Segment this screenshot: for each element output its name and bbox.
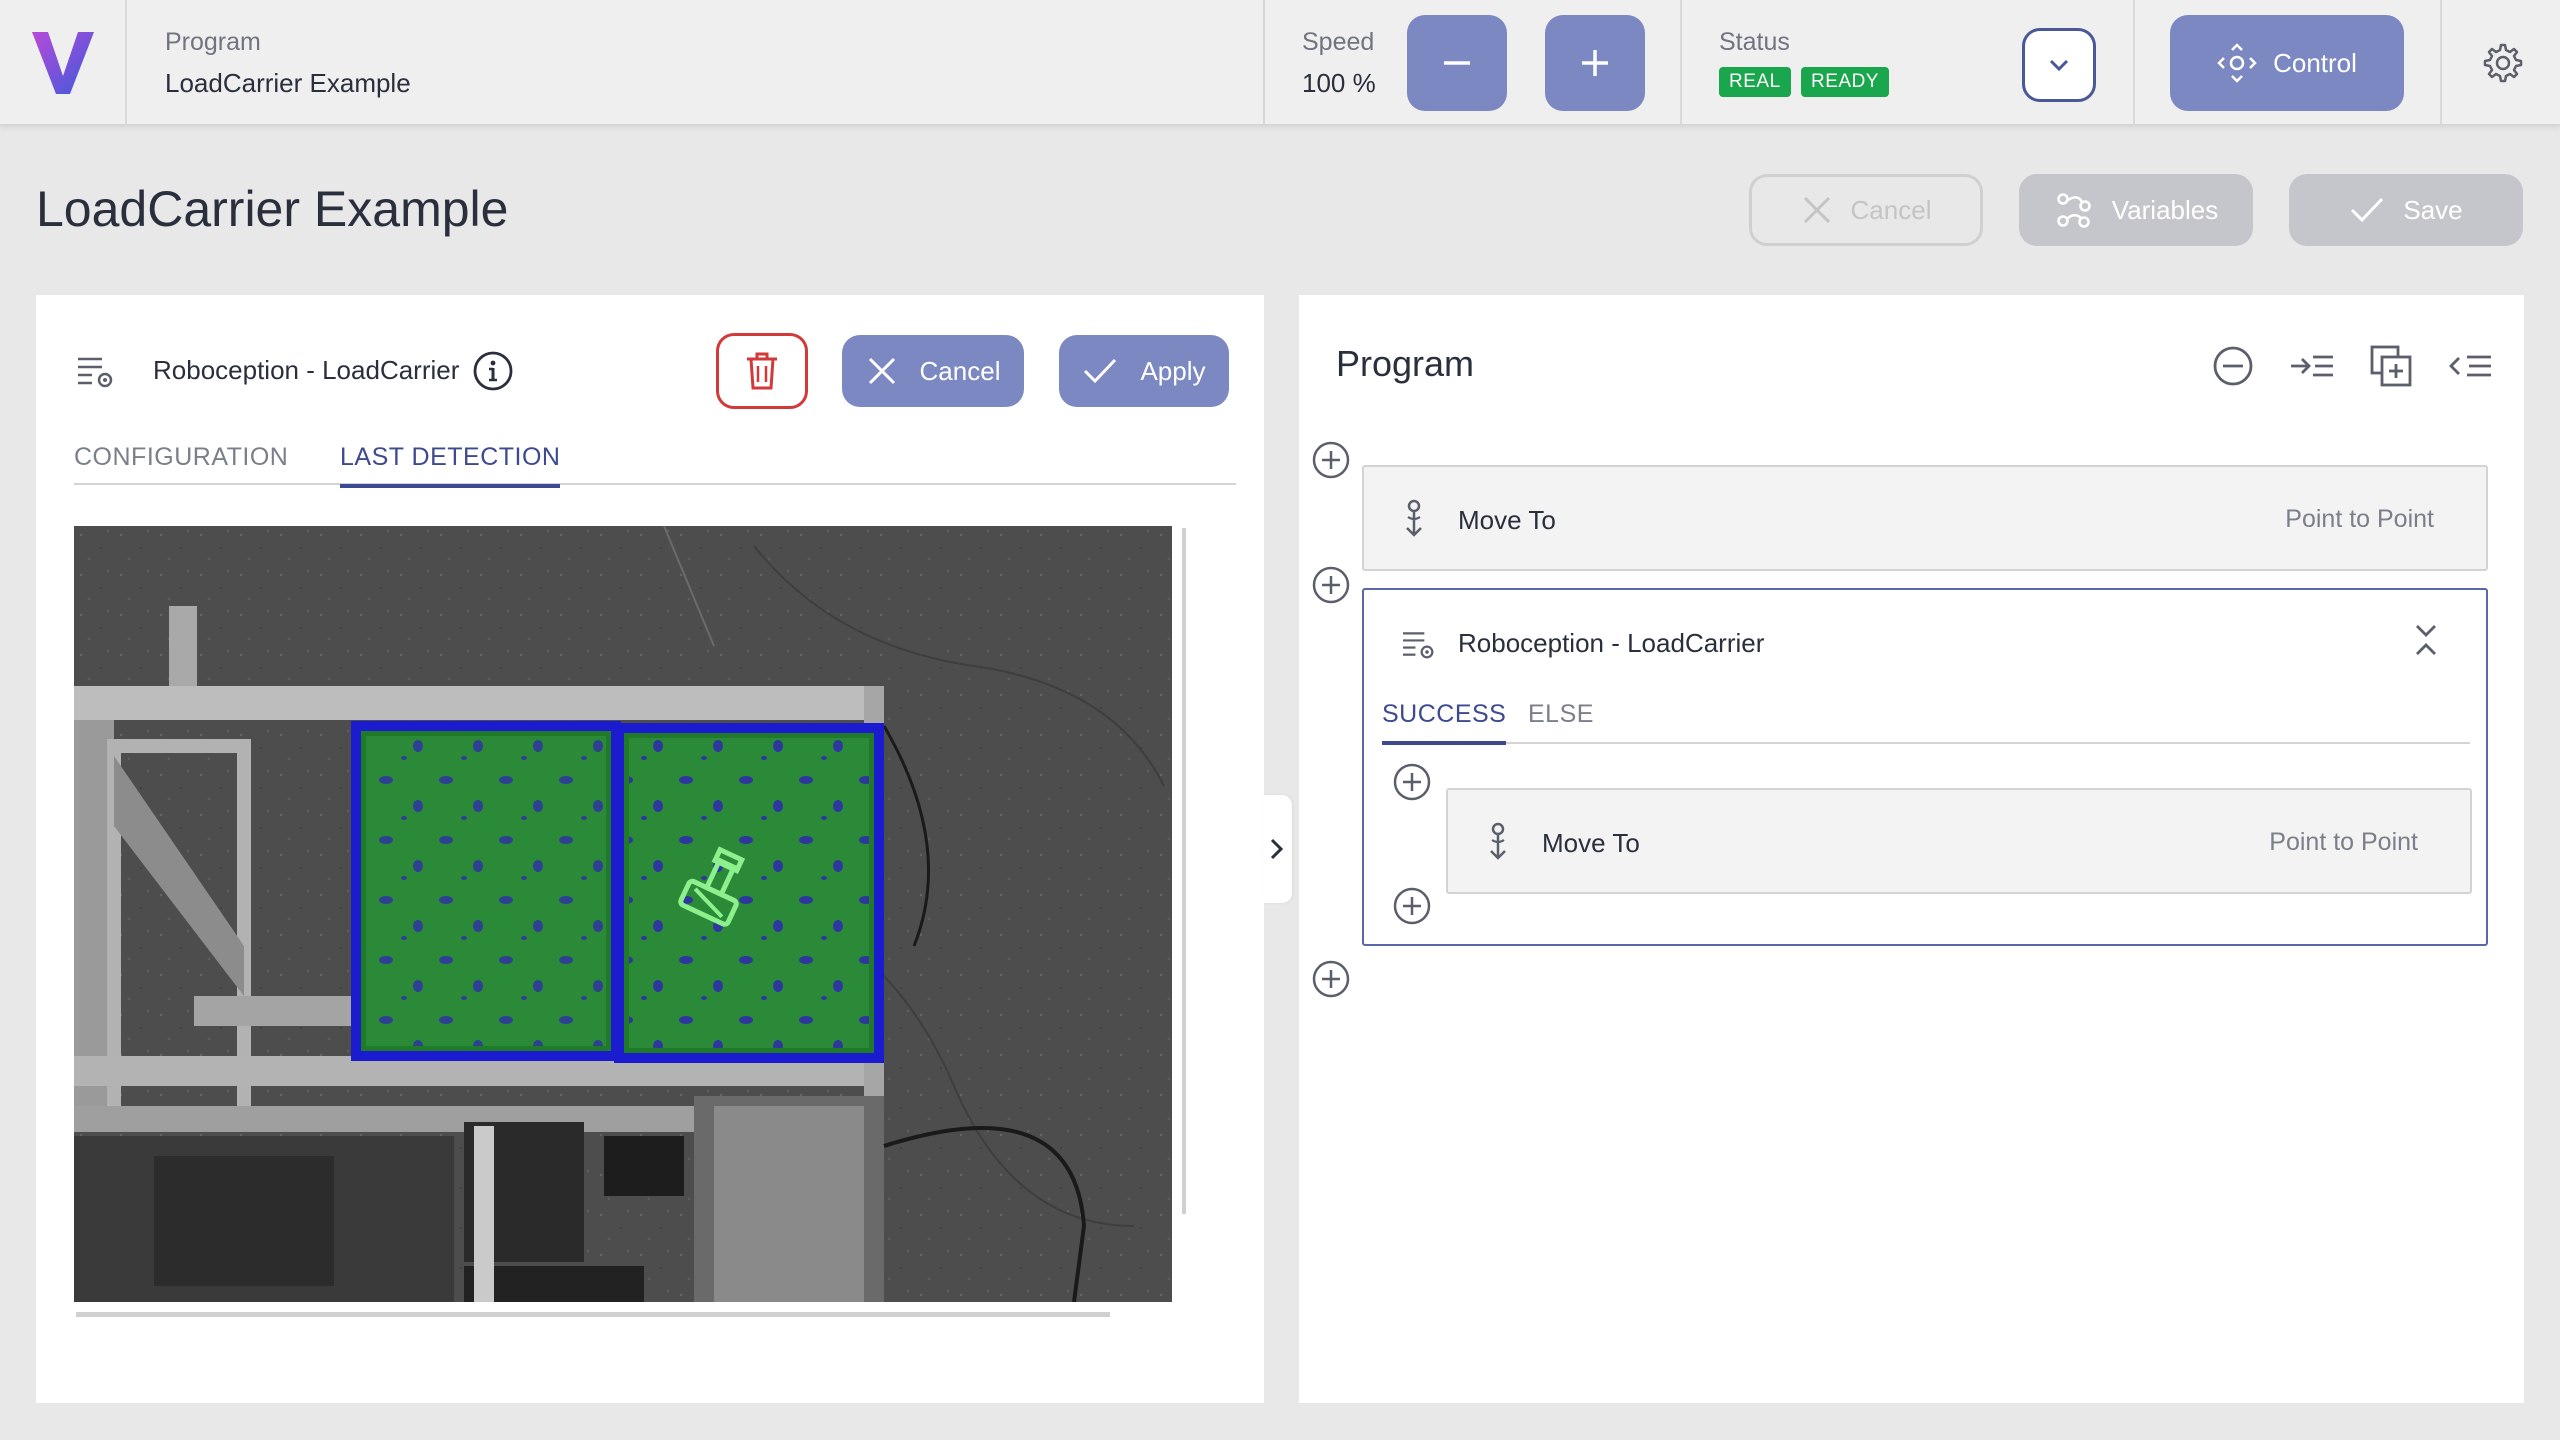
page-title: LoadCarrier Example (36, 181, 509, 237)
detection-image (74, 526, 1172, 1302)
top-bar: Program LoadCarrier Example Speed 100 % … (0, 0, 2560, 126)
plus-icon (1582, 50, 1608, 76)
status-badge-real: REAL (1719, 67, 1791, 97)
program-cancel-button[interactable]: Cancel (1749, 174, 1983, 246)
step-label: Move To (1542, 828, 1640, 858)
indent-icon[interactable] (2289, 343, 2335, 389)
tab-configuration[interactable]: CONFIGURATION (74, 443, 288, 484)
program-name: LoadCarrier Example (165, 68, 411, 98)
move-to-icon (1490, 822, 1506, 860)
close-icon (868, 357, 895, 385)
add-step-icon[interactable] (1311, 440, 1351, 480)
control-label: Control (2273, 47, 2357, 78)
control-button[interactable]: Control (2170, 15, 2404, 111)
collapse-all-icon[interactable] (2210, 343, 2256, 389)
save-button[interactable]: Save (2289, 174, 2523, 246)
tab-success[interactable]: SUCCESS (1382, 700, 1507, 745)
divider (1263, 0, 1265, 126)
step-type: Point to Point (2269, 828, 2418, 856)
node-cancel-button[interactable]: Cancel (842, 335, 1024, 407)
program-label: Program (165, 28, 261, 56)
move-arrows-icon (2217, 43, 2257, 83)
divider (1680, 0, 1682, 126)
status-label: Status (1719, 28, 1790, 56)
step-label: Roboception - LoadCarrier (1458, 628, 1765, 658)
duplicate-icon[interactable] (2368, 343, 2414, 389)
node-editor-panel: Roboception - LoadCarrier Cancel Apply C… (36, 295, 1264, 1403)
variables-label: Variables (2111, 194, 2219, 225)
step-type: Point to Point (2285, 505, 2434, 533)
program-step-move-to[interactable]: Move To Point to Point (1362, 465, 2488, 571)
program-step-move-to[interactable]: Move To Point to Point (1446, 788, 2472, 894)
collapse-icon[interactable] (2410, 620, 2442, 660)
node-title: Roboception - LoadCarrier (153, 355, 460, 385)
program-panel-title: Program (1336, 343, 1475, 384)
program-step-roboception[interactable]: Roboception - LoadCarrier SUCCESS ELSE M… (1362, 588, 2488, 946)
app-logo (32, 32, 94, 94)
status-badge-ready: READY (1801, 67, 1889, 97)
variables-button[interactable]: Variables (2019, 174, 2253, 246)
collapse-panel-button[interactable] (1262, 795, 1292, 903)
image-horizontal-scrollbar[interactable] (76, 1312, 1110, 1317)
status-dropdown-button[interactable] (2022, 28, 2096, 102)
save-label: Save (2403, 194, 2463, 225)
speed-label: Speed (1302, 28, 1375, 56)
add-step-icon[interactable] (1311, 565, 1351, 605)
apply-label: Apply (1140, 355, 1206, 386)
gear-icon[interactable] (2478, 40, 2524, 86)
divider (125, 0, 127, 126)
outdent-icon[interactable] (2447, 343, 2493, 389)
checkmark-icon (1084, 358, 1117, 384)
add-step-icon[interactable] (1311, 959, 1351, 999)
chevron-down-icon (2049, 59, 2069, 72)
minus-icon (1444, 61, 1470, 65)
info-icon[interactable] (472, 350, 514, 392)
variables-icon (2057, 193, 2091, 228)
checkmark-icon (2351, 197, 2384, 223)
program-panel: Program Move To Point to Point Robocepti… (1299, 295, 2524, 1403)
trash-icon (747, 352, 777, 390)
speed-decrease-button[interactable] (1407, 15, 1507, 111)
divider (2133, 0, 2135, 126)
apply-button[interactable]: Apply (1059, 335, 1229, 407)
chevron-right-icon (1270, 838, 1284, 860)
cancel-label: Cancel (1850, 194, 1932, 225)
add-step-icon[interactable] (1392, 762, 1432, 802)
branch-tabs: SUCCESS ELSE (1382, 700, 2470, 745)
image-vertical-scrollbar[interactable] (1182, 528, 1186, 1214)
move-to-icon (1406, 499, 1422, 537)
node-tabs: CONFIGURATION LAST DETECTION (74, 443, 1236, 488)
step-label: Move To (1458, 505, 1556, 535)
node-settings-icon (78, 357, 113, 388)
tab-else[interactable]: ELSE (1528, 700, 1594, 741)
node-cancel-label: Cancel (919, 355, 1001, 386)
speed-value: 100 % (1302, 68, 1376, 98)
add-step-icon[interactable] (1392, 886, 1432, 926)
node-settings-icon (1403, 632, 1434, 659)
divider (2440, 0, 2442, 126)
tab-last-detection[interactable]: LAST DETECTION (340, 443, 561, 488)
close-icon (1803, 196, 1830, 224)
speed-increase-button[interactable] (1545, 15, 1645, 111)
delete-node-button[interactable] (716, 333, 808, 409)
